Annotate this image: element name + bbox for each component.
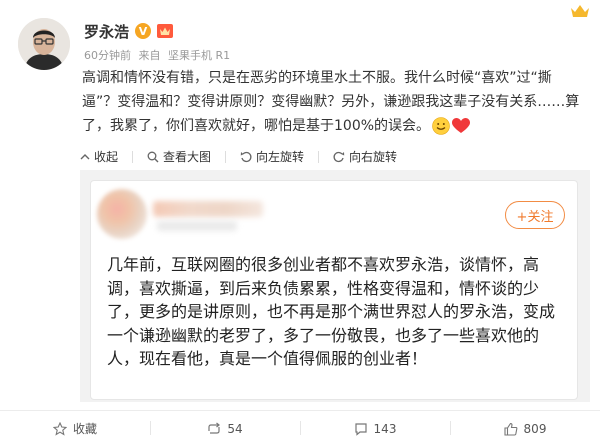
- heart-emoji-icon: [452, 118, 471, 133]
- thumbs-up-icon: [503, 422, 517, 436]
- comment-icon: [354, 422, 367, 436]
- post-content: 高调和情怀没有错，只是在恶劣的环境里水土不服。我什么时候“喜欢”过“撕逼”？变得…: [82, 66, 584, 138]
- view-large-button[interactable]: 查看大图: [147, 148, 211, 165]
- image-toolbar: 收起 查看大图 向左旋转 向右旋转: [80, 148, 397, 165]
- blurred-username: [153, 201, 263, 217]
- action-bar: 收藏 54 143 809: [0, 410, 600, 446]
- rotate-right-icon: [333, 151, 345, 162]
- follow-button[interactable]: +关注: [505, 201, 565, 229]
- post-meta: 60分钟前 来自 坚果手机 R1: [84, 47, 234, 63]
- view-large-label: 查看大图: [163, 150, 212, 164]
- collapse-label: 收起: [94, 150, 119, 164]
- comment-count: 143: [373, 421, 397, 436]
- source-prefix: 来自: [138, 49, 161, 62]
- toolbar-divider: [132, 150, 134, 163]
- avatar[interactable]: [18, 18, 70, 70]
- repost-count: 54: [227, 421, 243, 436]
- repost-icon: [208, 422, 221, 434]
- author-name[interactable]: 罗永浩: [84, 21, 129, 42]
- member-crown-icon: [157, 24, 174, 38]
- magnifier-icon: [147, 151, 159, 162]
- favorite-label: 收藏: [72, 422, 97, 436]
- quoted-post-text: 几年前，互联网圈的很多创业者都不喜欢罗永浩，谈情怀，高调，喜欢撕逼，到后来负债累…: [107, 255, 556, 368]
- like-button[interactable]: 809: [450, 411, 600, 446]
- blurred-avatar: [97, 189, 147, 239]
- post-time[interactable]: 60分钟前: [84, 49, 131, 62]
- comment-button[interactable]: 143: [300, 411, 450, 446]
- collapse-icon: [80, 153, 90, 159]
- like-count: 809: [523, 421, 547, 436]
- post-header: 罗永浩 V 60分钟前 来自 坚果手机 R1: [84, 20, 234, 63]
- star-icon: [52, 421, 67, 436]
- rotate-left-label: 向左旋转: [256, 150, 305, 164]
- post-text: 高调和情怀没有错，只是在恶劣的环境里水土不服。我什么时候“喜欢”过“撕逼”？变得…: [82, 70, 580, 134]
- rotate-left-button[interactable]: 向左旋转: [240, 148, 304, 165]
- toolbar-divider: [225, 150, 227, 163]
- verified-badge-icon: V: [135, 23, 152, 39]
- favorite-button[interactable]: 收藏: [0, 411, 150, 446]
- toolbar-divider: [318, 150, 320, 163]
- rotate-left-icon: [240, 151, 252, 162]
- post-source[interactable]: 坚果手机 R1: [168, 49, 230, 62]
- rotate-right-button[interactable]: 向右旋转: [333, 148, 397, 165]
- repost-button[interactable]: 54: [150, 411, 300, 446]
- blurred-meta: [157, 221, 237, 231]
- collapse-button[interactable]: 收起: [80, 148, 118, 165]
- quoted-post-card: +关注 几年前，互联网圈的很多创业者都不喜欢罗永浩，谈情怀，高调，喜欢撕逼，到后…: [90, 180, 578, 400]
- crown-icon: [571, 5, 589, 17]
- post-image[interactable]: +关注 几年前，互联网圈的很多创业者都不喜欢罗永浩，谈情怀，高调，喜欢撕逼，到后…: [80, 170, 590, 402]
- rotate-right-label: 向右旋转: [349, 150, 398, 164]
- smile-emoji-icon: [432, 117, 450, 135]
